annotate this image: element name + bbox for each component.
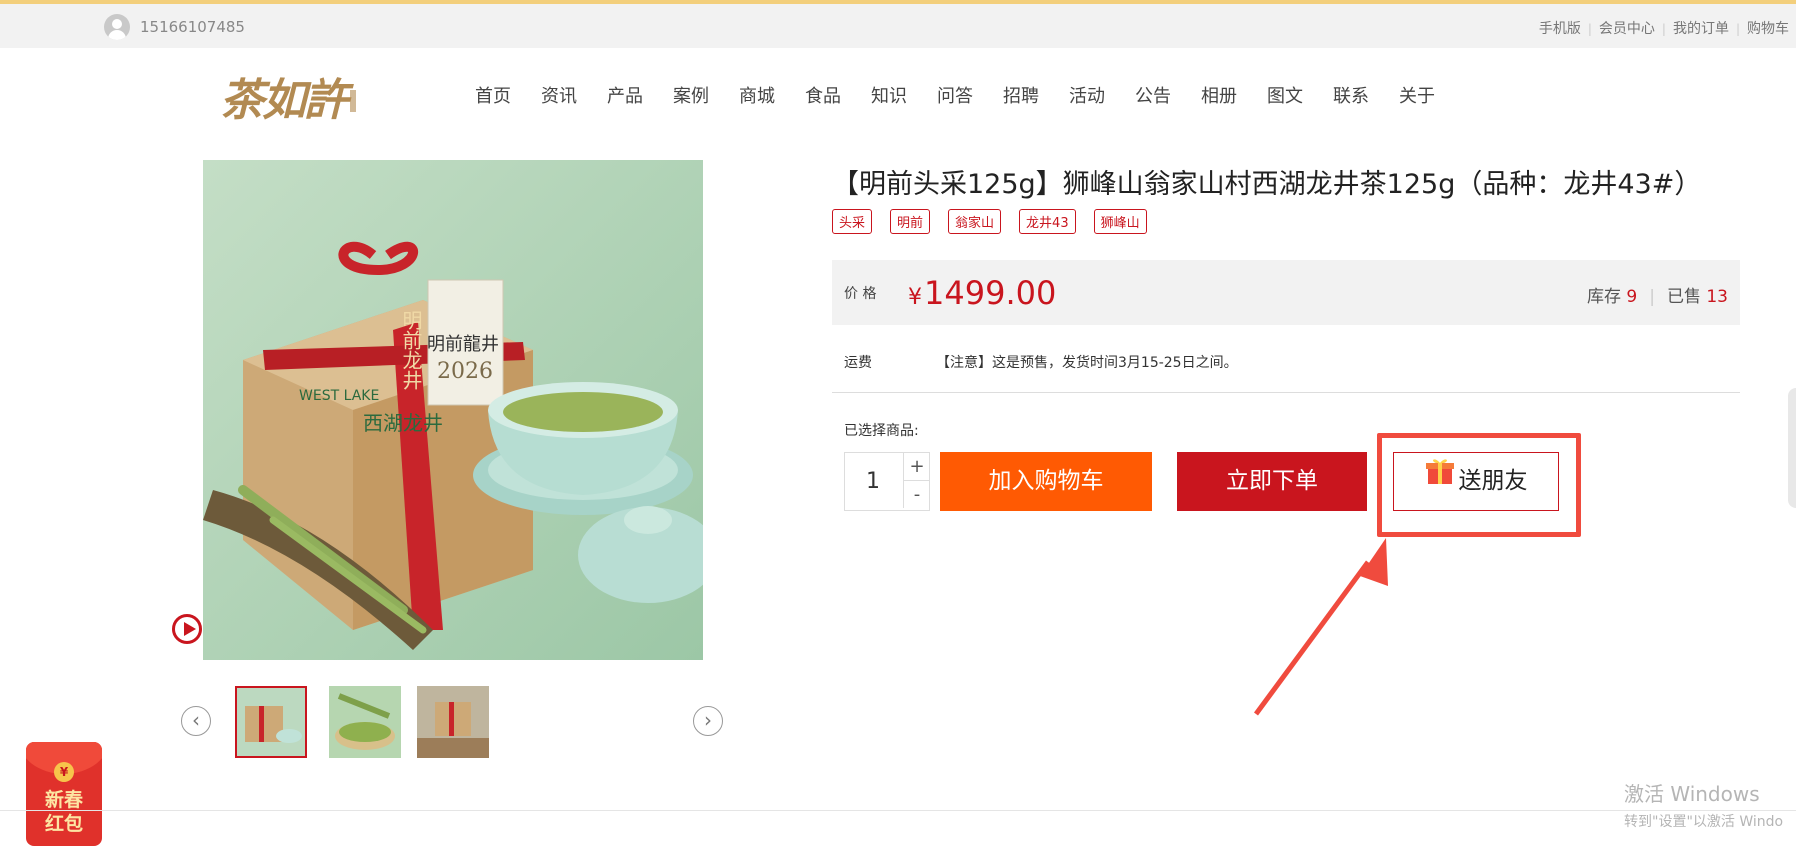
nav-notices[interactable]: 公告: [1135, 82, 1171, 108]
thumb-prev-button[interactable]: ‹: [181, 706, 211, 736]
tag-item[interactable]: 龙井43: [1019, 209, 1076, 234]
shipping-label: 运费: [844, 355, 872, 371]
nav-news[interactable]: 资讯: [541, 82, 577, 108]
selected-items-label: 已选择商品:: [844, 423, 919, 439]
site-logo[interactable]: 茶如許: [220, 64, 348, 128]
side-float-tab[interactable]: [1788, 388, 1796, 508]
nav-articles[interactable]: 图文: [1267, 82, 1303, 108]
link-mobile[interactable]: 手机版: [1532, 21, 1588, 37]
add-to-cart-button[interactable]: 加入购物车: [940, 452, 1152, 511]
nav-events[interactable]: 活动: [1069, 82, 1105, 108]
coin-icon: ¥: [54, 762, 74, 782]
nav-about[interactable]: 关于: [1399, 82, 1435, 108]
thumbnail-3[interactable]: [417, 686, 489, 758]
nav-jobs[interactable]: 招聘: [1003, 82, 1039, 108]
quantity-decrease-button[interactable]: -: [903, 481, 930, 508]
quantity-stepper: 1 + -: [844, 452, 930, 511]
user-phone[interactable]: 15166107485: [140, 18, 245, 36]
product-tags: 头采 明前 翁家山 龙井43 狮峰山: [832, 209, 1165, 234]
tag-item[interactable]: 狮峰山: [1093, 209, 1147, 234]
svg-text:明前龙井: 明前龙井: [399, 310, 423, 390]
logo-seal: [350, 90, 356, 112]
nav-qa[interactable]: 问答: [937, 82, 973, 108]
nav-food[interactable]: 食品: [805, 82, 841, 108]
nav-products[interactable]: 产品: [607, 82, 643, 108]
link-my-orders[interactable]: 我的订单: [1666, 21, 1736, 37]
svg-text:2026: 2026: [437, 359, 493, 384]
thumbnail-1[interactable]: [235, 686, 307, 758]
nav-album[interactable]: 相册: [1201, 82, 1237, 108]
user-avatar-icon[interactable]: [104, 14, 130, 40]
red-packet-promo[interactable]: ¥ 新春 红包: [26, 742, 102, 846]
play-video-button[interactable]: [172, 614, 202, 644]
link-member-center[interactable]: 会员中心: [1592, 21, 1662, 37]
stock-info: 库存 9 | 已售 13: [1586, 287, 1728, 307]
price-label: 价 格: [844, 286, 877, 302]
quantity-increase-button[interactable]: +: [903, 453, 930, 481]
nav-cases[interactable]: 案例: [673, 82, 709, 108]
sold-count: 13: [1706, 287, 1728, 307]
shipping-note: 【注意】这是预售，发货时间3月15-25日之间。: [936, 355, 1238, 371]
product-title: 【明前头采125g】狮峰山翁家山村西湖龙井茶125g（品种：龙井43#）: [832, 169, 1702, 200]
buy-now-button[interactable]: 立即下单: [1177, 452, 1367, 511]
highlight-annotation-box: [1377, 433, 1581, 537]
nav-home[interactable]: 首页: [475, 82, 511, 108]
nav-mall[interactable]: 商城: [739, 82, 775, 108]
tag-item[interactable]: 翁家山: [948, 209, 1002, 234]
tag-item[interactable]: 明前: [890, 209, 931, 234]
price-panel: 价 格 ¥1499.00 库存 9 | 已售 13: [832, 260, 1740, 325]
top-links: 手机版 | 会员中心 | 我的订单 | 购物车: [1532, 18, 1796, 38]
nav-contact[interactable]: 联系: [1333, 82, 1369, 108]
link-cart[interactable]: 购物车: [1740, 21, 1796, 37]
windows-activation-watermark: 激活 Windows 转到"设置"以激活 Windo: [1624, 782, 1784, 830]
thumb-next-button[interactable]: ›: [693, 706, 723, 736]
price-value: ¥1499.00: [908, 274, 1057, 312]
top-bar: 15166107485 手机版 | 会员中心 | 我的订单 | 购物车: [0, 4, 1796, 48]
svg-text:明前龍井: 明前龍井: [427, 334, 499, 355]
svg-text:西湖龙井: 西湖龙井: [363, 411, 443, 435]
tag-item[interactable]: 头采: [832, 209, 873, 234]
red-packet-label: 新春 红包: [44, 789, 83, 835]
section-divider: [832, 392, 1740, 393]
main-nav: 首页 资讯 产品 案例 商城 食品 知识 问答 招聘 活动 公告 相册 图文 联…: [475, 82, 1465, 108]
thumbnail-2[interactable]: [329, 686, 401, 758]
footer-divider: [0, 810, 1796, 811]
svg-text:WEST LAKE: WEST LAKE: [299, 388, 379, 404]
nav-knowledge[interactable]: 知识: [871, 82, 907, 108]
annotation-arrow: [1253, 538, 1388, 716]
product-main-image[interactable]: 明前龍井 2026 WEST LAKE 西湖龙井 明前龙井: [203, 160, 703, 660]
stock-count: 9: [1626, 287, 1638, 307]
quantity-input[interactable]: 1: [845, 453, 901, 510]
